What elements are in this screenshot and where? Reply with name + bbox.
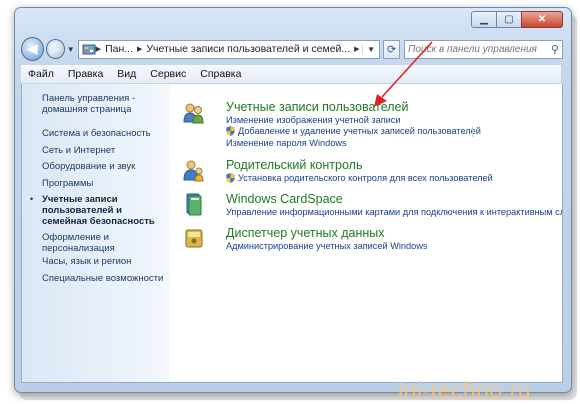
annotation-arrow-icon [374, 41, 433, 107]
watermark: ini-techno.ru [398, 377, 532, 403]
